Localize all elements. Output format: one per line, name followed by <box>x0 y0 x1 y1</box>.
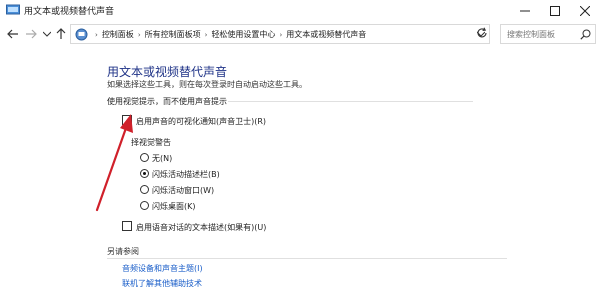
sound-sentry-checkbox[interactable] <box>122 115 132 125</box>
radio-flash-caption-label[interactable]: 闪烁活动描述栏(B) <box>152 169 220 180</box>
up-arrow-icon <box>56 28 66 39</box>
chevron-down-icon <box>43 31 51 37</box>
assistive-tech-link[interactable]: 联机了解其他辅助技术 <box>122 278 202 289</box>
breadcrumb-separator[interactable]: › <box>205 31 208 39</box>
close-icon <box>580 6 590 16</box>
radio-flash-desktop[interactable] <box>140 201 149 210</box>
back-arrow-icon <box>7 29 18 39</box>
breadcrumb-separator[interactable]: › <box>138 31 141 39</box>
forward-arrow-icon <box>26 29 37 39</box>
main-content: 用文本或视频替代声音 如果选择这些工具，则在每次登录时自动启动这些工具。 使用视… <box>0 46 600 308</box>
search-placeholder: 搜索控制面板 <box>507 30 555 39</box>
visual-warning-label: 择视觉警告 <box>131 138 171 147</box>
navigation-bar: › 控制面板 › 所有控制面板项 › 轻松使用设置中心 › 用文本或视频替代声音… <box>0 22 600 46</box>
text-captions-checkbox[interactable] <box>122 221 132 231</box>
audio-devices-link[interactable]: 音频设备和声音主题(I) <box>122 263 203 274</box>
up-button[interactable] <box>52 25 70 43</box>
minimize-button[interactable] <box>510 0 540 22</box>
refresh-icon <box>477 27 487 38</box>
breadcrumb-separator: › <box>95 30 98 39</box>
title-bar: 用文本或视频替代声音 <box>0 0 600 22</box>
breadcrumb-item[interactable]: 所有控制面板项 <box>145 29 201 40</box>
radio-none[interactable] <box>140 153 149 162</box>
window-title: 用文本或视频替代声音 <box>24 7 115 17</box>
page-title: 用文本或视频替代声音 <box>107 65 228 79</box>
section-divider <box>228 101 473 102</box>
control-panel-icon <box>75 28 88 41</box>
minimize-icon <box>520 10 530 12</box>
radio-none-label[interactable]: 无(N) <box>152 153 172 164</box>
control-panel-icon <box>6 4 20 15</box>
radio-flash-desktop-label[interactable]: 闪烁桌面(K) <box>152 201 196 212</box>
search-input[interactable]: 搜索控制面板 <box>500 24 596 44</box>
breadcrumb-item[interactable]: 用文本或视频替代声音 <box>286 29 366 40</box>
see-also-heading: 另请参阅 <box>107 247 139 256</box>
radio-flash-window-label[interactable]: 闪烁活动窗口(W) <box>152 185 214 196</box>
maximize-icon <box>550 6 560 16</box>
radio-flash-caption[interactable] <box>140 169 149 178</box>
breadcrumb-item[interactable]: 轻松使用设置中心 <box>211 29 275 40</box>
radio-flash-window[interactable] <box>140 185 149 194</box>
see-also-divider <box>107 258 507 259</box>
address-bar[interactable]: › 控制面板 › 所有控制面板项 › 轻松使用设置中心 › 用文本或视频替代声音 <box>70 24 490 44</box>
refresh-button[interactable] <box>474 25 490 41</box>
back-button[interactable] <box>4 25 22 43</box>
search-icon <box>580 29 591 40</box>
section-heading-visual: 使用视觉提示，而不使用声音提示 <box>107 97 227 106</box>
maximize-button[interactable] <box>540 0 570 22</box>
text-captions-label[interactable]: 启用语音对话的文本描述(如果有)(U) <box>136 222 266 233</box>
breadcrumb-item[interactable]: 控制面板 <box>102 29 134 40</box>
page-description: 如果选择这些工具，则在每次登录时自动启动这些工具。 <box>107 80 307 89</box>
breadcrumb: › 控制面板 › 所有控制面板项 › 轻松使用设置中心 › 用文本或视频替代声音 <box>95 29 366 40</box>
breadcrumb-separator[interactable]: › <box>279 31 282 39</box>
close-button[interactable] <box>570 0 600 22</box>
sound-sentry-label[interactable]: 启用声音的可视化通知(声音卫士)(R) <box>136 116 266 127</box>
